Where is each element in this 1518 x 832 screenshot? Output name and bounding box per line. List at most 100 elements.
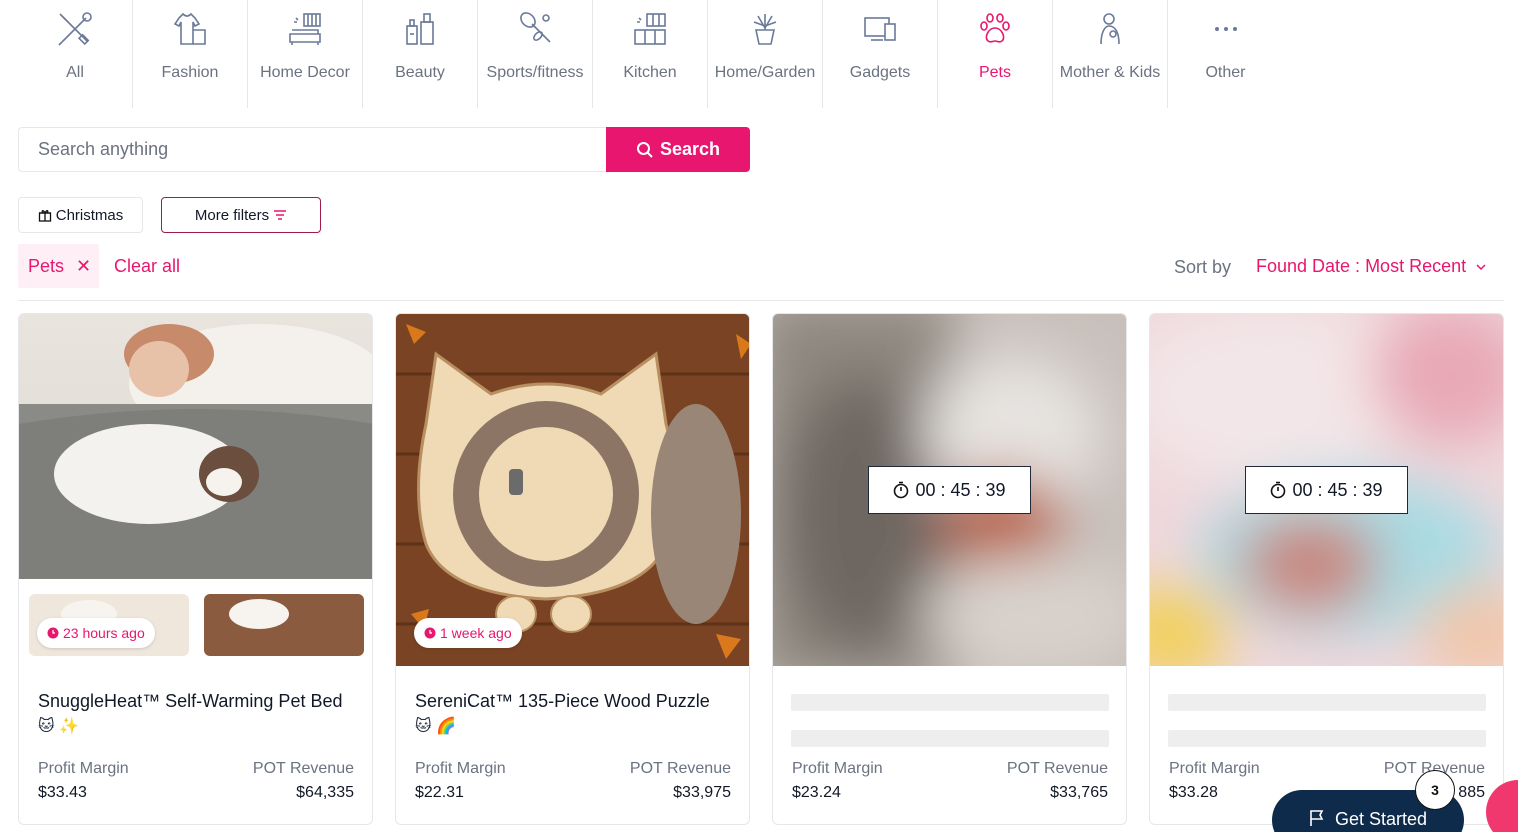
title-placeholder [1168,730,1486,747]
search-bar: Search [18,127,750,172]
blurred-product-image: 00 : 45 : 39 [773,314,1126,666]
profit-margin-label: Profit Margin [415,760,506,777]
category-label: Home/Garden [714,64,816,81]
profit-margin-value: $23.24 [792,784,841,801]
search-button-label: Search [659,139,721,159]
profit-margin-label: Profit Margin [38,760,129,777]
revenue-value: $64,335 [296,784,354,801]
revenue-value: $33,975 [673,784,731,801]
blurred-product-image: 00 : 45 : 39 [1150,314,1503,666]
active-filter-tag: Pets ✕ [18,244,99,288]
more-filters-label: More filters [194,206,270,224]
more-dots-icon [1206,9,1246,49]
clock-icon [47,627,59,639]
category-all[interactable]: All [18,0,133,108]
stopwatch-icon [1271,481,1286,499]
search-icon [636,141,653,158]
title-placeholder [1168,694,1486,711]
christmas-label: Christmas [55,206,124,224]
sort-dropdown[interactable]: Found Date : Most Recent [1256,256,1486,277]
category-label: Gadgets [849,64,911,81]
chevron-down-icon [1476,263,1486,270]
christmas-filter-button[interactable]: Christmas [18,197,143,233]
category-fashion[interactable]: Fashion [133,0,248,108]
more-filters-button[interactable]: More filters [161,197,321,233]
category-mother-kids[interactable]: Mother & Kids [1053,0,1168,108]
category-label: Beauty [395,64,445,81]
product-card[interactable]: 1 week ago SereniCat™ 135-Piece Wood Puz… [395,313,750,825]
category-home-garden[interactable]: Home/Garden [708,0,823,108]
racket-icon [515,9,555,49]
search-input[interactable] [18,127,606,172]
clear-all-link[interactable]: Clear all [114,256,180,277]
mother-icon [1090,9,1130,49]
get-started-label: Get Started [1334,809,1428,829]
profit-margin-value: $33.43 [38,784,87,801]
filter-icon [274,210,287,220]
product-card-locked[interactable]: 00 : 45 : 39 Profit Margin POT Revenue $… [1149,313,1504,825]
category-other[interactable]: Other [1168,0,1283,108]
revenue-label: POT Revenue [252,760,354,777]
category-label: Other [1205,64,1246,81]
remove-filter-icon[interactable]: ✕ [76,256,91,277]
profit-margin-label: Profit Margin [792,760,883,777]
devices-icon [860,9,900,49]
category-beauty[interactable]: Beauty [363,0,478,108]
sofa-icon [285,9,325,49]
product-card[interactable]: 23 hours ago SnuggleHeat™ Self-Warming P… [18,313,373,825]
paw-icon [975,9,1015,49]
kitchen-icon [630,9,670,49]
category-gadgets[interactable]: Gadgets [823,0,938,108]
revenue-label: POT Revenue [1006,760,1108,777]
found-time: 23 hours ago [63,625,145,641]
product-image: 1 week ago [396,314,749,666]
unlock-timer: 00 : 45 : 39 [868,466,1031,514]
product-title[interactable]: SnuggleHeat™ Self-Warming Pet Bed [38,688,363,714]
profit-margin-value: $33.28 [1169,784,1218,801]
found-time: 1 week ago [440,625,512,641]
tools-icon [55,9,95,49]
category-label: Pets [978,64,1011,81]
product-title[interactable]: SereniCat™ 135-Piece Wood Puzzle [415,688,740,714]
category-label: All [66,64,84,81]
category-home-decor[interactable]: Home Decor [248,0,363,108]
category-label: Mother & Kids [1059,64,1161,81]
notification-count-badge: 3 [1415,770,1455,810]
gift-icon [38,210,51,222]
plant-icon [745,9,785,49]
divider [18,300,1504,301]
timer-value: 00 : 45 : 39 [915,479,1006,500]
title-placeholder [791,694,1109,711]
product-emoji: 🐱 🌈 [415,718,457,735]
found-time-badge: 23 hours ago [37,618,155,648]
category-label: Fashion [161,64,219,81]
product-card-locked[interactable]: 00 : 45 : 39 Profit Margin POT Revenue $… [772,313,1127,825]
flag-icon [1310,810,1324,826]
revenue-value: $33,765 [1050,784,1108,801]
title-placeholder [791,730,1109,747]
category-bar: All Fashion Home Decor Beauty Sports/fit… [18,0,1283,110]
category-kitchen[interactable]: Kitchen [593,0,708,108]
sort-label: Sort by [1174,257,1232,277]
revenue-label: POT Revenue [629,760,731,777]
found-time-badge: 1 week ago [414,618,522,648]
cosmetics-icon [400,9,440,49]
sort-value: Found Date : Most Recent [1256,256,1467,276]
clothes-icon [170,9,210,49]
profit-margin-label: Profit Margin [1169,760,1260,777]
profit-margin-value: $22.31 [415,784,464,801]
timer-value: 00 : 45 : 39 [1292,479,1383,500]
product-image: 23 hours ago [19,314,372,666]
category-label: Kitchen [623,64,677,81]
search-button[interactable]: Search [606,127,750,172]
active-filter-label: Pets [28,255,65,276]
category-label: Home Decor [260,64,350,81]
revenue-value: 885 [1458,784,1485,801]
stopwatch-icon [894,481,909,499]
category-label: Sports/fitness [486,64,584,81]
category-sports[interactable]: Sports/fitness [478,0,593,108]
category-pets[interactable]: Pets [938,0,1053,108]
clock-icon [424,627,436,639]
unlock-timer: 00 : 45 : 39 [1245,466,1408,514]
product-emoji: 🐱 ✨ [38,718,80,735]
